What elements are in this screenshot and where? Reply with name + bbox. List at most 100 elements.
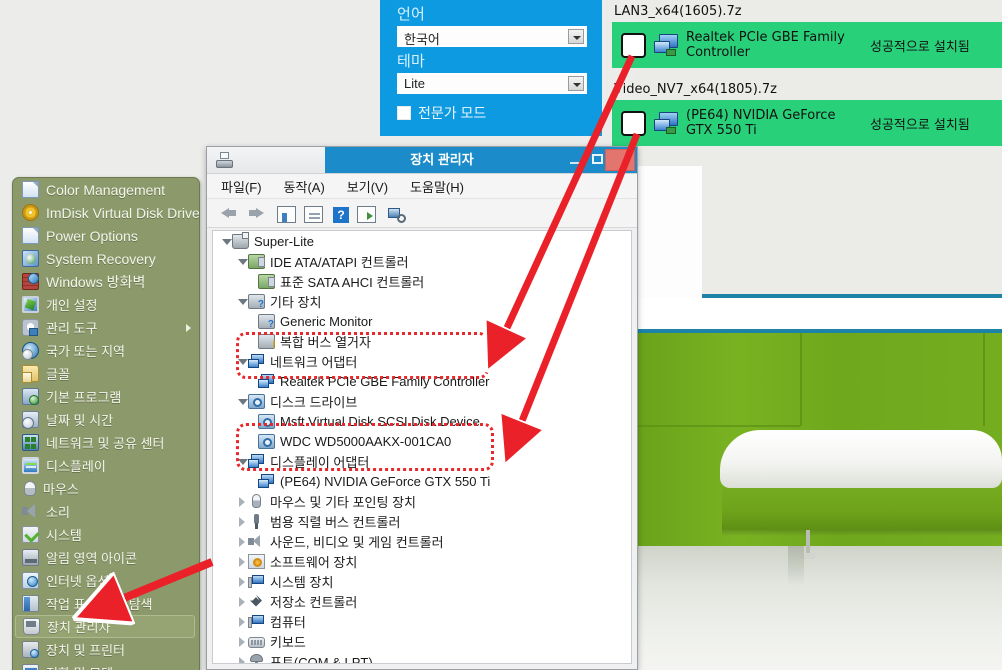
back-arrow-icon[interactable] bbox=[217, 202, 241, 224]
tree-row[interactable]: IDE ATA/ATAPI 컨트롤러 bbox=[213, 251, 631, 271]
expert-mode-row[interactable]: 전문가 모드 bbox=[397, 103, 602, 123]
tree-row-label: 키보드 bbox=[270, 634, 306, 650]
menu-view[interactable]: 보기(V) bbox=[347, 177, 388, 196]
menu-action[interactable]: 동작(A) bbox=[284, 177, 325, 196]
menu-item-sound[interactable]: 소리 bbox=[13, 500, 199, 523]
tree-row[interactable]: 저장소 컨트롤러 bbox=[213, 591, 631, 611]
menu-item-display[interactable]: 디스플레이 bbox=[13, 454, 199, 477]
device-manager-titlebar[interactable]: 장치 관리자 bbox=[207, 147, 637, 174]
tree-row[interactable]: 시스템 장치 bbox=[213, 571, 631, 591]
menu-item-system-recovery[interactable]: System Recovery bbox=[13, 247, 199, 270]
menu-item-notification-area-icons[interactable]: 알림 영역 아이콘 bbox=[13, 546, 199, 569]
twisty-closed-icon[interactable] bbox=[235, 535, 248, 548]
menu-item-default-programs[interactable]: 기본 프로그램 bbox=[13, 385, 199, 408]
install-results-list: LAN3_x64(1605).7z Realtek PCIe GBE Famil… bbox=[612, 4, 1002, 146]
twisty-closed-icon[interactable] bbox=[235, 635, 248, 648]
twisty-closed-icon[interactable] bbox=[235, 615, 248, 628]
install-result-row[interactable]: (PE64) NVIDIA GeForce GTX 550 Ti 성공적으로 설… bbox=[612, 100, 1002, 146]
tree-row[interactable]: 디스플레이 어댑터 bbox=[213, 451, 631, 471]
help-icon[interactable]: ? bbox=[333, 206, 349, 223]
menu-item-windows-firewall[interactable]: Windows 방화벽 bbox=[13, 270, 199, 293]
menu-help[interactable]: 도움말(H) bbox=[410, 177, 464, 196]
maximize-icon[interactable] bbox=[592, 154, 603, 164]
menu-item-power-options[interactable]: Power Options bbox=[13, 224, 199, 247]
menu-item-device-manager[interactable]: 장치 관리자 bbox=[15, 615, 195, 638]
twisty-closed-icon[interactable] bbox=[235, 555, 248, 568]
tree-row[interactable]: Msft Virtual Disk SCSI Disk Device bbox=[213, 411, 631, 431]
tree-row[interactable]: 복합 버스 열거자 bbox=[213, 331, 631, 351]
tree-row[interactable]: 기타 장치 bbox=[213, 291, 631, 311]
tree-row[interactable]: 키보드 bbox=[213, 631, 631, 651]
tree-row-label: Super-Lite bbox=[254, 233, 314, 249]
tree-row[interactable]: (PE64) NVIDIA GeForce GTX 550 Ti bbox=[213, 471, 631, 491]
menu-item-fonts[interactable]: 글꼴 bbox=[13, 362, 199, 385]
properties-icon[interactable] bbox=[277, 206, 296, 223]
list-view-icon[interactable] bbox=[304, 206, 323, 223]
menu-item-mouse[interactable]: 마우스 bbox=[13, 477, 199, 500]
tree-row[interactable]: 범용 직렬 버스 컨트롤러 bbox=[213, 511, 631, 531]
tree-row-label: 디스플레이 어댑터 bbox=[270, 454, 370, 470]
expert-mode-checkbox[interactable] bbox=[397, 106, 411, 120]
twisty-closed-icon[interactable] bbox=[235, 575, 248, 588]
forward-arrow-icon[interactable] bbox=[244, 202, 268, 224]
menu-file[interactable]: 파일(F) bbox=[221, 177, 262, 196]
tree-row[interactable]: 포트(COM & LPT) bbox=[213, 651, 631, 663]
tree-row[interactable]: 사운드, 비디오 및 게임 컨트롤러 bbox=[213, 531, 631, 551]
search-devices-icon[interactable] bbox=[388, 206, 406, 223]
tree-row[interactable]: Generic Monitor bbox=[213, 311, 631, 331]
device-tree[interactable]: Super-Lite IDE ATA/ATAPI 컨트롤러 표준 SATA AH… bbox=[212, 230, 632, 664]
tree-row-label: 저장소 컨트롤러 bbox=[270, 594, 358, 610]
chevron-down-icon[interactable] bbox=[568, 29, 584, 44]
chevron-down-icon[interactable] bbox=[568, 76, 584, 91]
menu-item-label: 작업 표시줄 및 탐색 bbox=[46, 597, 153, 612]
menu-item-label: Power Options bbox=[46, 227, 138, 244]
twisty-open-icon[interactable] bbox=[235, 455, 248, 468]
menu-item-label: Color Management bbox=[46, 181, 166, 198]
menu-item-phone-and-modem[interactable]: 전화 및 모뎀 bbox=[13, 661, 199, 670]
tree-row[interactable]: 표준 SATA AHCI 컨트롤러 bbox=[213, 271, 631, 291]
tree-row[interactable]: Super-Lite bbox=[213, 231, 631, 251]
menu-item-network-sharing-center[interactable]: 네트워크 및 공유 센터 bbox=[13, 431, 199, 454]
tree-row[interactable]: 컴퓨터 bbox=[213, 611, 631, 631]
install-result-row[interactable]: Realtek PCIe GBE Family Controller 성공적으로… bbox=[612, 22, 1002, 68]
twisty-open-icon[interactable] bbox=[219, 235, 232, 248]
tree-row[interactable]: 네트워크 어댑터 bbox=[213, 351, 631, 371]
minimize-icon[interactable] bbox=[569, 155, 581, 166]
install-checkbox[interactable] bbox=[621, 32, 646, 58]
theme-select[interactable]: Lite bbox=[397, 73, 587, 94]
twisty-open-icon[interactable] bbox=[235, 395, 248, 408]
menu-item-region[interactable]: 국가 또는 지역 bbox=[13, 339, 199, 362]
menu-item-imdisk-virtual-disk-driver[interactable]: ImDisk Virtual Disk Driver bbox=[13, 201, 199, 224]
language-select[interactable]: 한국어 bbox=[397, 26, 587, 47]
tree-row[interactable]: Realtek PCIe GBE Family Controller bbox=[213, 371, 631, 391]
device-manager-toolbar: ? bbox=[207, 199, 637, 228]
close-icon[interactable] bbox=[605, 149, 635, 171]
tree-row[interactable]: 소프트웨어 장치 bbox=[213, 551, 631, 571]
tree-row[interactable]: 디스크 드라이브 bbox=[213, 391, 631, 411]
menu-item-personalization[interactable]: 개인 설정 bbox=[13, 293, 199, 316]
menu-item-administrative-tools[interactable]: 관리 도구 bbox=[13, 316, 199, 339]
display-adapter-icon bbox=[654, 112, 680, 134]
menu-item-label: 소리 bbox=[46, 505, 70, 520]
menu-item-internet-options[interactable]: 인터넷 옵션 bbox=[13, 569, 199, 592]
scan-hardware-icon[interactable] bbox=[357, 206, 376, 223]
install-status-text: 성공적으로 설치됨 bbox=[870, 117, 970, 133]
menu-item-color-management[interactable]: Color Management bbox=[13, 178, 199, 201]
twisty-open-icon[interactable] bbox=[235, 255, 248, 268]
menu-item-label: Windows 방화벽 bbox=[46, 273, 146, 290]
install-checkbox[interactable] bbox=[621, 110, 646, 136]
menu-item-taskbar-navigation[interactable]: 작업 표시줄 및 탐색 bbox=[13, 592, 199, 615]
personalize-icon bbox=[22, 296, 39, 313]
menu-item-date-time[interactable]: 날짜 및 시간 bbox=[13, 408, 199, 431]
menu-item-system[interactable]: 시스템 bbox=[13, 523, 199, 546]
tree-row[interactable]: 마우스 및 기타 포인팅 장치 bbox=[213, 491, 631, 511]
device-manager-menubar: 파일(F) 동작(A) 보기(V) 도움말(H) bbox=[207, 174, 637, 199]
twisty-closed-icon[interactable] bbox=[235, 495, 248, 508]
twisty-open-icon[interactable] bbox=[235, 355, 248, 368]
menu-item-devices-and-printers[interactable]: 장치 및 프린터 bbox=[13, 638, 199, 661]
twisty-closed-icon[interactable] bbox=[235, 595, 248, 608]
twisty-closed-icon[interactable] bbox=[235, 515, 248, 528]
twisty-closed-icon[interactable] bbox=[235, 655, 248, 663]
twisty-open-icon[interactable] bbox=[235, 295, 248, 308]
tree-row[interactable]: WDC WD5000AAKX-001CA0 bbox=[213, 431, 631, 451]
